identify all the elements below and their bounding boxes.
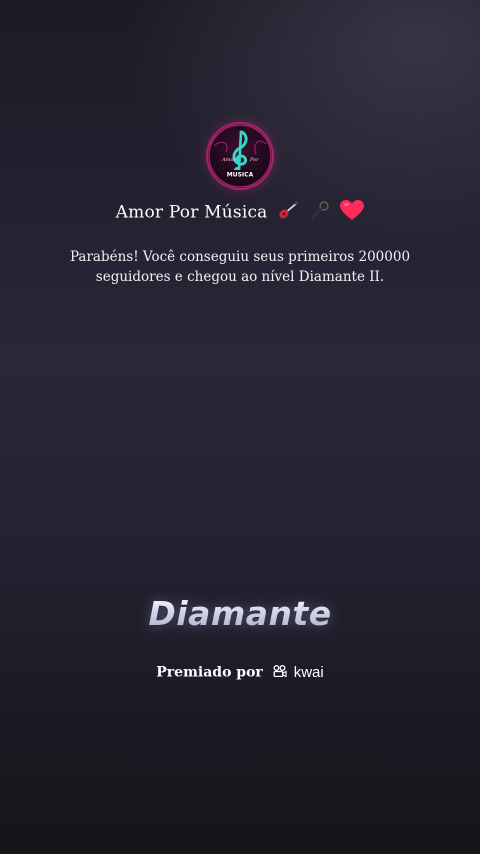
heart-icon [340, 200, 365, 226]
microphone-icon [309, 201, 331, 226]
message-line: seguidores e chegou ao nível Diamante II… [95, 269, 385, 285]
message-line: Parabéns! Você conseguiu seus primeiros … [69, 249, 411, 265]
svg-text:Amor: Amor [221, 157, 236, 163]
user-name-text: Amor Por Música [115, 202, 268, 223]
svg-text:Por: Por [249, 157, 259, 163]
user-name: Amor Por Música [0, 200, 480, 226]
congratulations-message: Parabéns! Você conseguiu seus primeiros … [60, 247, 420, 287]
kwai-brand-text: kwai [293, 664, 324, 681]
svg-text:MUSICA: MUSICA [227, 172, 254, 179]
level-title: Diamante [0, 594, 480, 633]
kwai-logo-icon [273, 664, 287, 681]
guitar-icon [277, 201, 299, 226]
music-logo-icon: Amor Por MUSICA [208, 124, 272, 188]
avatar[interactable]: Amor Por MUSICA [208, 124, 272, 188]
awarded-by-label: Premiado por [156, 664, 263, 681]
celebration-screen: Amor Por MUSICA Amor Por Música Parabéns… [0, 0, 480, 854]
awarded-by: Premiado por kwai [0, 664, 480, 681]
